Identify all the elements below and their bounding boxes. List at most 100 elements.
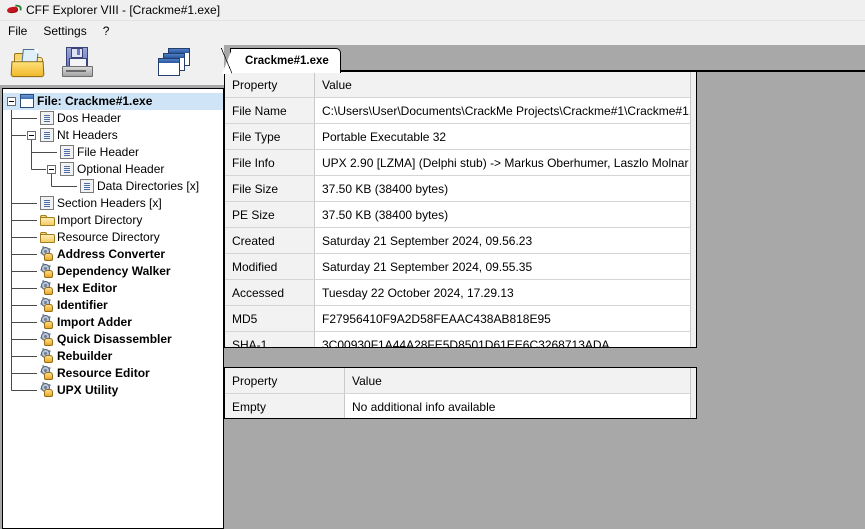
tree-item-label: Rebuilder [57,349,113,363]
table-row[interactable]: PE Size 37.50 KB (38400 bytes) [225,202,696,228]
row-property: File Size [225,176,315,201]
row-value: F27956410F9A2D58FEAAC438AB818E95 [315,306,696,331]
menu-item-settings[interactable]: Settings [35,22,94,40]
tree-item-label: File Header [77,145,140,159]
window-titlebar: CFF Explorer VIII - [Crackme#1.exe] [0,0,865,21]
table-row[interactable]: File Name C:\Users\User\Documents\CrackMe… [225,98,696,124]
column-header-property: Property [225,72,315,97]
table-row[interactable]: SHA-1 3C00930F1A44A28FE5D8501D61EE6C32687… [225,332,696,347]
tab-crackme-exe[interactable]: Crackme#1.exe [221,48,341,74]
tool-icon [40,245,54,261]
tree-item-address-converter[interactable]: Address Converter [3,245,223,263]
row-value: UPX 2.90 [LZMA] (Delphi stub) -> Markus … [315,150,696,175]
tree-item-label: Dependency Walker [57,264,171,278]
tree-item-label: Resource Editor [57,366,150,380]
additional-info-table-scrollbar[interactable] [690,368,696,418]
tree-item-label: Hex Editor [57,281,118,295]
tree-collapse-icon[interactable] [27,131,36,140]
tree-item-identifier[interactable]: Identifier [3,296,223,314]
menu-item-file[interactable]: File [0,22,35,40]
tree-item-import-adder[interactable]: Import Adder [3,313,223,331]
tree-item-label: File: Crackme#1.exe [37,94,153,108]
tree-item-label: Nt Headers [57,128,118,142]
tree-item-data-directories-x[interactable]: Data Directories [x] [3,178,223,195]
table-row[interactable]: File Size 37.50 KB (38400 bytes) [225,176,696,202]
row-property: Empty [225,394,345,418]
tool-icon [40,279,54,295]
tree-item-file-header[interactable]: File Header [3,144,223,161]
tool-icon [40,262,54,278]
menu-item-help[interactable]: ? [95,22,118,40]
tab-strip: Crackme#1.exe [221,45,865,74]
row-property: File Type [225,124,315,149]
row-value: Saturday 21 September 2024, 09.56.23 [315,228,696,253]
table-row[interactable]: Empty No additional info available [225,394,696,418]
file-structure-tree[interactable]: File: Crackme#1.exe Dos Header Nt Headers F… [2,88,224,529]
table-row[interactable]: MD5 F27956410F9A2D58FEAAC438AB818E95 [225,306,696,332]
row-property: MD5 [225,306,315,331]
file-info-table: Property Value File Name C:\Users\User\Docu… [224,71,697,348]
tree-item-dependency-walker[interactable]: Dependency Walker [3,262,223,280]
tree-item-label: Data Directories [x] [97,179,200,193]
tree-item-import-directory[interactable]: Import Directory [3,212,223,229]
tree-item-resource-directory[interactable]: Resource Directory [3,229,223,246]
tree-collapse-icon[interactable] [47,165,56,174]
tree-item-optional-header[interactable]: Optional Header [3,161,223,178]
folder-icon [40,215,55,227]
window-icon [20,94,34,108]
table-row[interactable]: Created Saturday 21 September 2024, 09.56… [225,228,696,254]
header-doc-icon [40,196,54,210]
tree-item-file-crackme-1-exe[interactable]: File: Crackme#1.exe [3,93,223,110]
tree-item-hex-editor[interactable]: Hex Editor [3,279,223,297]
tree-item-label: Section Headers [x] [57,196,162,210]
row-property: Created [225,228,315,253]
column-header-value: Value [315,72,696,97]
tree-item-rebuilder[interactable]: Rebuilder [3,347,223,365]
save-file-button[interactable] [58,45,96,81]
table-header-row: Property Value [225,72,696,98]
header-doc-icon [40,111,54,125]
header-doc-icon [60,145,74,159]
tab-label: Crackme#1.exe [245,55,329,67]
row-value: Tuesday 22 October 2024, 17.29.13 [315,280,696,305]
tree-item-resource-editor[interactable]: Resource Editor [3,364,223,382]
table-row[interactable]: Modified Saturday 21 September 2024, 09.5… [225,254,696,280]
table-row[interactable]: File Info UPX 2.90 [LZMA] (Delphi stub) -… [225,150,696,176]
row-value: Portable Executable 32 [315,124,696,149]
column-header-value: Value [345,368,696,393]
row-value: 3C00930F1A44A28FE5D8501D61EE6C3268713ADA [315,332,696,347]
windows-list-button[interactable] [155,45,193,81]
column-header-property: Property [225,368,345,393]
floppy-save-icon [58,45,96,81]
tree-item-label: Dos Header [57,111,122,125]
tree-item-upx-utility[interactable]: UPX Utility [3,381,223,399]
tree-item-section-headers-x[interactable]: Section Headers [x] [3,195,223,212]
tree-item-label: Address Converter [57,247,166,261]
window-title: CFF Explorer VIII - [Crackme#1.exe] [26,3,221,17]
open-file-button[interactable] [10,45,48,81]
tree-item-nt-headers[interactable]: Nt Headers [3,127,223,144]
file-info-table-scrollbar[interactable] [690,72,696,347]
menubar: File Settings ? [0,21,865,41]
table-row[interactable]: Accessed Tuesday 22 October 2024, 17.29.1… [225,280,696,306]
tree-item-quick-disassembler[interactable]: Quick Disassembler [3,330,223,348]
tree-item-label: Quick Disassembler [57,332,172,346]
row-property: Modified [225,254,315,279]
content-workspace: Crackme#1.exe Property Value File Name C:\U… [221,45,865,529]
additional-info-table-body: Property Value Empty No additional info ava… [225,368,696,418]
tool-icon [40,296,54,312]
row-property: File Name [225,98,315,123]
folder-icon [40,232,55,244]
tree-item-label: Import Adder [57,315,132,329]
row-property: Accessed [225,280,315,305]
tree-collapse-icon[interactable] [7,97,16,106]
tool-icon [40,313,54,329]
table-header-row: Property Value [225,368,696,394]
row-property: PE Size [225,202,315,227]
table-row[interactable]: File Type Portable Executable 32 [225,124,696,150]
tree-item-dos-header[interactable]: Dos Header [3,110,223,127]
row-value: C:\Users\User\Documents\CrackMe Projects… [315,98,696,123]
row-value: No additional info available [345,394,696,418]
tree-item-label: UPX Utility [57,383,119,397]
header-doc-icon [40,128,54,142]
